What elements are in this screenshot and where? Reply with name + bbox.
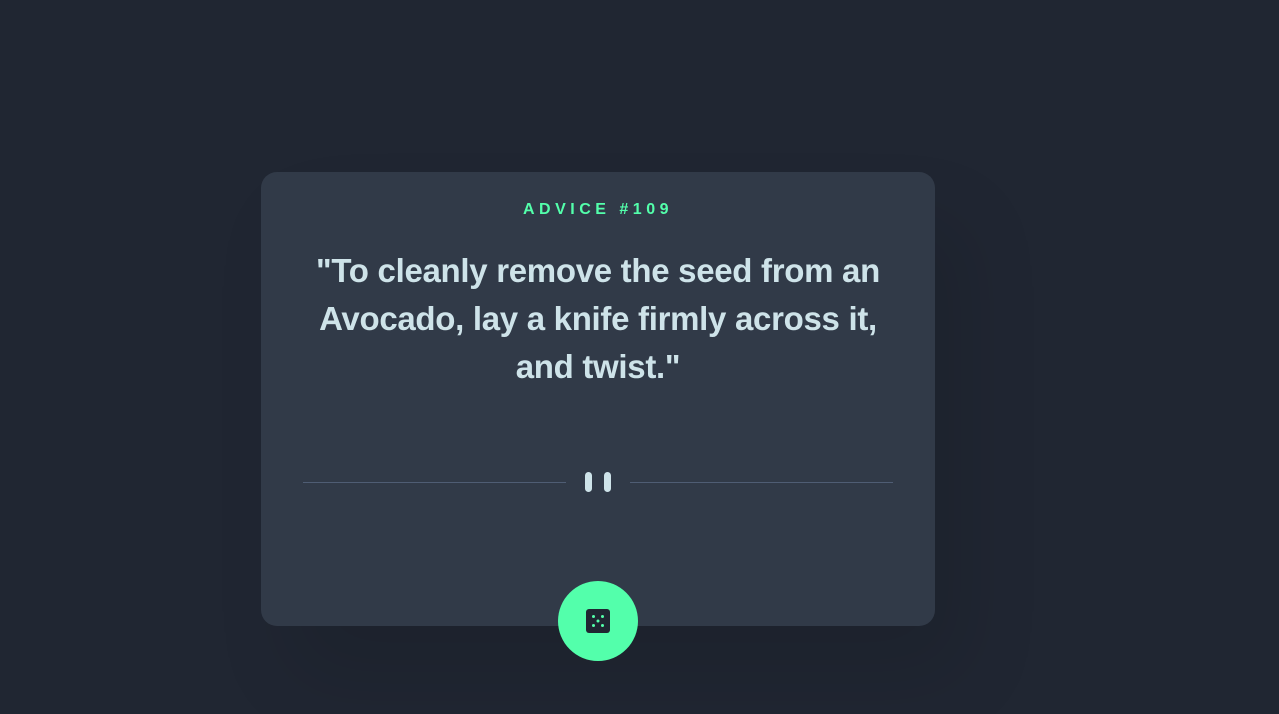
pause-bar-left	[585, 472, 592, 492]
advice-card: ADVICE #109 "To cleanly remove the seed …	[261, 172, 935, 661]
dice-icon	[586, 609, 610, 633]
pause-bar-right	[604, 472, 611, 492]
divider-line-right	[630, 482, 893, 483]
advice-quote: "To cleanly remove the seed from an Avoc…	[316, 252, 880, 385]
pause-icon	[585, 472, 613, 492]
new-advice-button[interactable]	[558, 581, 638, 661]
divider-line-left	[303, 482, 566, 483]
pattern-divider	[303, 468, 893, 498]
page: ADVICE #109 "To cleanly remove the seed …	[0, 0, 1279, 714]
advice-number: ADVICE #109	[523, 201, 673, 218]
